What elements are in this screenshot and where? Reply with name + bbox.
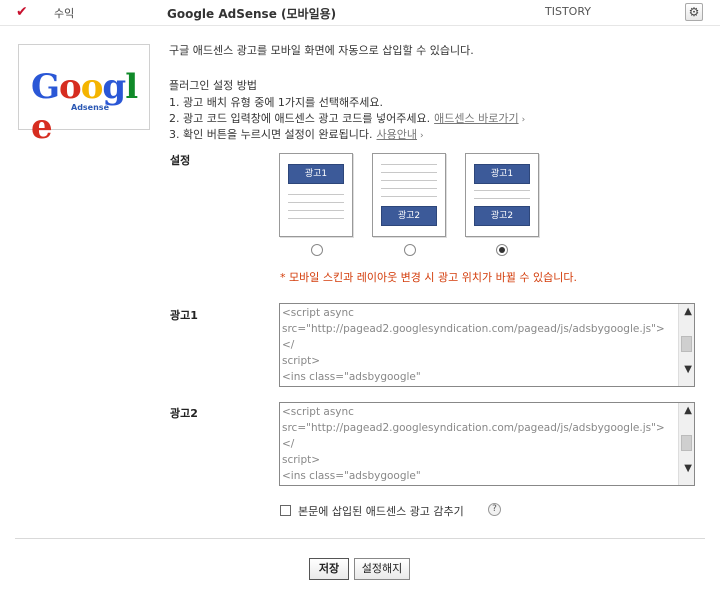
help-icon[interactable]: ? (488, 503, 501, 516)
ad2-code-textarea[interactable]: <script async src="http://pagead2.google… (279, 402, 695, 486)
content-line (381, 164, 437, 165)
ad1-code-textarea[interactable]: <script async src="http://pagead2.google… (279, 303, 695, 387)
content-line (381, 172, 437, 173)
reset-settings-button[interactable]: 설정해지 (354, 558, 410, 580)
layout-radio-top[interactable] (311, 244, 323, 256)
layout-option-bottom[interactable]: 광고2 (372, 153, 446, 237)
content-line (474, 190, 530, 191)
hide-ads-label[interactable]: 본문에 삽입된 애드센스 광고 감추기 (298, 503, 464, 519)
ad2-code-text: <script async src="http://pagead2.google… (282, 406, 665, 482)
setup-step-3: 3. 확인 버튼을 누르시면 설정이 완료됩니다. 사용안내 › (169, 126, 424, 142)
ad1-code-text: <script async src="http://pagead2.google… (282, 307, 665, 383)
content-line (288, 202, 344, 203)
content-line (381, 196, 437, 197)
plugin-title: Google AdSense (모바일용) (167, 7, 337, 21)
content-line (474, 198, 530, 199)
content-line (381, 188, 437, 189)
save-button[interactable]: 저장 (309, 558, 349, 580)
scroll-down-icon[interactable]: ▼ (684, 364, 692, 375)
content-line (288, 218, 344, 219)
ad-slot-1: 광고1 (474, 164, 530, 184)
setup-step-2: 2. 광고 코드 입력창에 애드센스 광고 코드를 넣어주세요. 애드센스 바로가… (169, 110, 525, 126)
ad-slot-1: 광고1 (288, 164, 344, 184)
logo-letter: o (59, 67, 82, 107)
scroll-up-icon[interactable]: ▲ (684, 405, 692, 416)
setup-step-1: 1. 광고 배치 유형 중에 1가지를 선택해주세요. (169, 96, 384, 109)
plugin-description: 구글 애드센스 광고를 모바일 화면에 자동으로 삽입할 수 있습니다. (169, 44, 474, 57)
layout-radio-bottom[interactable] (404, 244, 416, 256)
content-line (288, 194, 344, 195)
layout-radio-both[interactable] (496, 244, 508, 256)
setup-step-2-text: 2. 광고 코드 입력창에 애드센스 광고 코드를 넣어주세요. (169, 112, 431, 125)
content-line (381, 180, 437, 181)
logo-letter: l (125, 67, 138, 107)
logo-letter: e (31, 107, 53, 147)
setup-step-3-text: 3. 확인 버튼을 누르시면 설정이 완료됩니다. (169, 128, 373, 141)
usage-guide-link[interactable]: 사용안내 (377, 128, 417, 141)
google-adsense-logo: Googl e Adsense (18, 44, 150, 147)
adsense-logo-subtext: Adsense (71, 103, 109, 112)
plugin-header-row: ✔ 수익 Google AdSense (모바일용) TISTORY ⚙ (0, 0, 720, 26)
logo-letter: g (102, 67, 126, 107)
ad-slot-2: 광고2 (474, 206, 530, 226)
chevron-right-icon: › (521, 115, 526, 125)
layout-option-both[interactable]: 광고1 광고2 (465, 153, 539, 237)
hide-ads-checkbox[interactable] (280, 505, 291, 516)
logo-letter: G (31, 67, 60, 107)
layout-option-top[interactable]: 광고1 (279, 153, 353, 237)
ad2-label: 광고2 (170, 407, 198, 420)
scroll-thumb[interactable] (681, 435, 692, 451)
ad-slot-2: 광고2 (381, 206, 437, 226)
gear-icon[interactable]: ⚙ (685, 3, 703, 21)
layout-warning: * 모바일 스킨과 레이아웃 변경 시 광고 위치가 바뀔 수 있습니다. (280, 271, 577, 284)
plugin-category: 수익 (54, 7, 75, 20)
footer-divider (15, 538, 705, 539)
scroll-thumb[interactable] (681, 336, 692, 352)
setup-how-title: 플러그인 설정 방법 (169, 79, 257, 92)
plugin-provider: TISTORY (545, 5, 591, 18)
content-line (288, 210, 344, 211)
enabled-check-icon[interactable]: ✔ (16, 4, 28, 20)
chevron-right-icon: › (420, 131, 424, 141)
ad1-scrollbar[interactable]: ▲ ▼ (678, 304, 694, 386)
scroll-up-icon[interactable]: ▲ (684, 306, 692, 317)
ad1-label: 광고1 (170, 309, 198, 322)
logo-letter: o (80, 67, 104, 107)
settings-label: 설정 (170, 154, 191, 167)
ad2-scrollbar[interactable]: ▲ ▼ (678, 403, 694, 485)
adsense-shortcut-link[interactable]: 애드센스 바로가기 (434, 112, 518, 125)
scroll-down-icon[interactable]: ▼ (684, 463, 692, 474)
